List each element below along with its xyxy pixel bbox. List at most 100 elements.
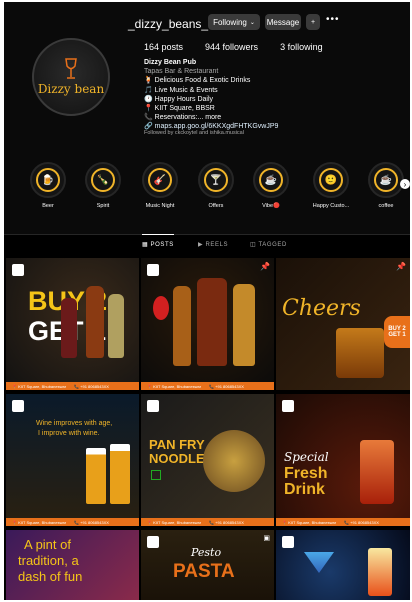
- highlight-ring: 🍸: [198, 162, 234, 198]
- address-text: 📍 KIIT Square, Bhubaneswar: [12, 519, 67, 525]
- bottle-image: [233, 284, 255, 366]
- highlight-4[interactable]: 🍸 Offers: [191, 162, 241, 209]
- post-headline: A pint of: [24, 537, 71, 552]
- post-headline: NOODLE: [149, 451, 205, 466]
- highlight-5[interactable]: ☕ Vibe🔴: [246, 162, 296, 209]
- more-options-icon[interactable]: •••: [326, 14, 340, 25]
- message-label: Message: [266, 17, 300, 27]
- pin-icon: 📌: [396, 262, 406, 271]
- tab-tagged[interactable]: ◫ TAGGED: [250, 241, 287, 248]
- music-icon: 🎸: [148, 168, 172, 192]
- post-footer: 📍 KIIT Square, Bhubaneswar 📞 +91 8068543X…: [276, 518, 410, 526]
- followers-count[interactable]: 944 followers: [205, 42, 258, 52]
- tab-posts[interactable]: ▦ POSTS: [142, 234, 174, 248]
- post-footer: 📍 KIIT Square, Bhubaneswar 📞 +91 8068543X…: [141, 382, 274, 390]
- post-headline: tradition, a: [18, 553, 79, 568]
- brand-logo: [12, 264, 24, 276]
- brand-logo: [147, 536, 159, 548]
- following-count[interactable]: 3 following: [280, 42, 323, 52]
- highlight-ring: 🍺: [30, 162, 66, 198]
- post-whisky-bottles[interactable]: 📌 📍 KIIT Square, Bhubaneswar 📞 +91 806854…: [141, 258, 274, 390]
- highlight-ring: ☕: [253, 162, 289, 198]
- highlight-1[interactable]: 🍺 Beer: [23, 162, 73, 209]
- post-cocktails[interactable]: [276, 530, 410, 600]
- post-headline: PASTA: [173, 561, 235, 582]
- post-buy2get1[interactable]: BUY 2 GET 1 📍 KIIT Square, Bhubaneswar📞 …: [6, 258, 139, 390]
- reel-icon: ▣: [263, 535, 270, 542]
- post-headline: Pesto: [191, 546, 222, 559]
- post-footer: 📍 KIIT Square, Bhubaneswar 📞 +91 8068543X…: [6, 518, 139, 526]
- whisky-glass-image: [336, 328, 384, 378]
- highlight-label: Happy Custo...: [312, 203, 350, 209]
- post-headline: Special: [284, 450, 329, 464]
- brand-logo: [147, 264, 159, 276]
- add-user-icon: +: [310, 18, 316, 26]
- avatar-logo-text: Dizzy bean: [37, 82, 105, 96]
- beer-glass-image: [86, 448, 106, 504]
- highlight-label: Beer: [42, 203, 54, 209]
- vibe-icon: ☕: [259, 168, 283, 192]
- tab-label: POSTS: [150, 242, 174, 248]
- phone-text: 📞 +91 8068543XX: [209, 383, 244, 389]
- profile-bio: Dizzy Bean Pub Tapas Bar & Restaurant 🍹 …: [144, 58, 394, 132]
- veg-icon: [151, 470, 161, 480]
- post-pint-of-tradition[interactable]: A pint of tradition, a dash of fun: [6, 530, 139, 600]
- bottle-image: [108, 294, 124, 358]
- post-headline: dash of fun: [18, 569, 83, 584]
- bio-line: 🎵 Live Music & Events: [144, 86, 218, 94]
- profile-tabs: ▦ POSTS ▶ REELS ◫ TAGGED: [4, 234, 410, 257]
- noodle-bowl-image: [203, 430, 265, 492]
- post-footer: 📍 KIIT Square, Bhubaneswar 📞 +91 8068543X…: [141, 518, 274, 526]
- highlight-label: Offers: [208, 203, 224, 209]
- posts-grid: BUY 2 GET 1 📍 KIIT Square, Bhubaneswar 📞 …: [4, 258, 410, 600]
- message-button[interactable]: Message: [265, 14, 301, 30]
- cocktail-glass-image: [304, 552, 334, 573]
- following-button[interactable]: Following ⌄: [208, 14, 260, 30]
- post-pesto-pasta[interactable]: Pesto PASTA ▣: [141, 530, 274, 600]
- highlight-2[interactable]: 🍾 Spirit: [78, 162, 128, 209]
- post-special-drink[interactable]: Special Fresh Drink 📍 KIIT Square, Bhuba…: [276, 394, 410, 526]
- post-cheers[interactable]: 📌 Cheers BUY 2 GET 1: [276, 258, 410, 390]
- highlight-3[interactable]: 🎸 Music Night: [135, 162, 185, 209]
- phone-text: 📞 +91 8068543XX: [74, 519, 109, 525]
- tab-label: TAGGED: [258, 242, 287, 248]
- profile-stats: 164 posts 944 followers 3 following: [144, 42, 323, 52]
- highlight-6[interactable]: 🙂 Happy Custo...: [306, 162, 356, 209]
- highlight-ring: 🎸: [142, 162, 178, 198]
- bio-category: Tapas Bar & Restaurant: [144, 68, 219, 76]
- bio-more[interactable]: 📞 Reservations:... more: [144, 113, 394, 122]
- post-quote: I improve with wine.: [38, 430, 100, 437]
- pin-icon: 📌: [260, 262, 270, 271]
- chevron-down-icon: ⌄: [249, 19, 255, 26]
- following-label: Following: [213, 17, 247, 27]
- cocktail-image: [360, 440, 394, 504]
- post-headline: Fresh: [284, 465, 328, 482]
- bio-line: 📍 KIIT Square, BBSR: [144, 105, 215, 113]
- add-user-button[interactable]: +: [306, 14, 320, 30]
- post-headline: Cheers: [282, 296, 361, 321]
- post-pan-fry-noodle[interactable]: PAN FRY NOODLE 📍 KIIT Square, Bhubaneswa…: [141, 394, 274, 526]
- phone-text: 📞 +91 8068543XX: [74, 383, 109, 389]
- post-wine-quote[interactable]: Wine improves with age, I improve with w…: [6, 394, 139, 526]
- chevron-right-icon[interactable]: ›: [400, 179, 410, 189]
- bio-line: 🕐 Happy Hours Daily: [144, 95, 214, 103]
- highlight-label: Vibe🔴: [262, 203, 280, 209]
- bottle-image: [86, 286, 104, 358]
- offer-icon: 🍸: [204, 168, 228, 192]
- bottle-image: [173, 286, 191, 366]
- address-text: 📍 KIIT Square, Bhubaneswar: [147, 383, 202, 389]
- wine-glass-logo-icon: [65, 58, 77, 79]
- followed-by-text[interactable]: Followed by ckckoytel and ishika.musical: [144, 130, 244, 136]
- brand-logo: [282, 400, 294, 412]
- offer-badge: BUY 2 GET 1: [384, 316, 410, 348]
- bio-name: Dizzy Bean Pub: [144, 59, 197, 66]
- highlight-label: Music Night: [145, 203, 175, 209]
- bottle-image: [61, 298, 77, 358]
- tab-reels[interactable]: ▶ REELS: [198, 241, 228, 248]
- post-footer: 📍 KIIT Square, Bhubaneswar 📞 +91 8068543X…: [6, 382, 139, 390]
- cocktail-glass-image: [368, 548, 392, 596]
- avatar[interactable]: Dizzy bean: [32, 38, 110, 116]
- brand-logo: [12, 400, 24, 412]
- smile-icon: 🙂: [319, 168, 343, 192]
- bio-line: 🍹 Delicious Food & Exotic Drinks: [144, 77, 251, 85]
